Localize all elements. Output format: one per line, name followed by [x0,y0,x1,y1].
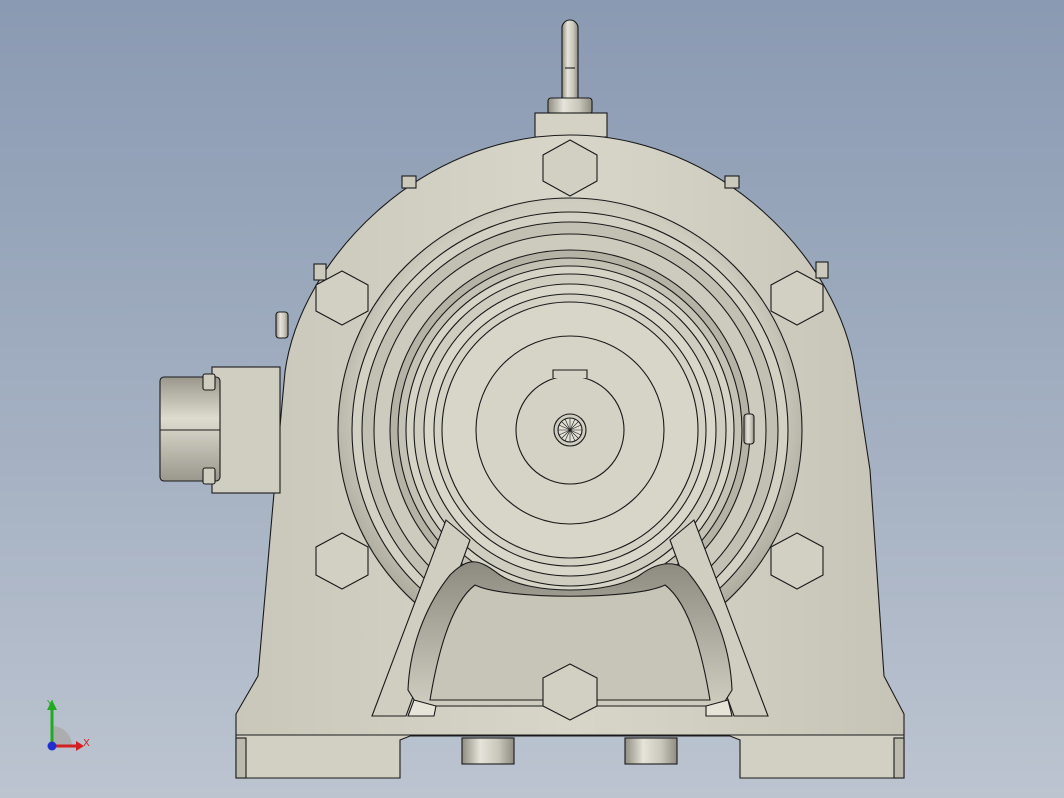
y-axis-label: Y [47,699,54,710]
eye-bolt [534,19,608,138]
side-connector [159,366,281,494]
x-axis-label: X [83,738,90,749]
base-foot [235,734,905,779]
shaft-center [553,413,587,447]
gearbox-model[interactable] [0,0,1064,798]
cad-viewport[interactable]: X Y [0,0,1064,798]
